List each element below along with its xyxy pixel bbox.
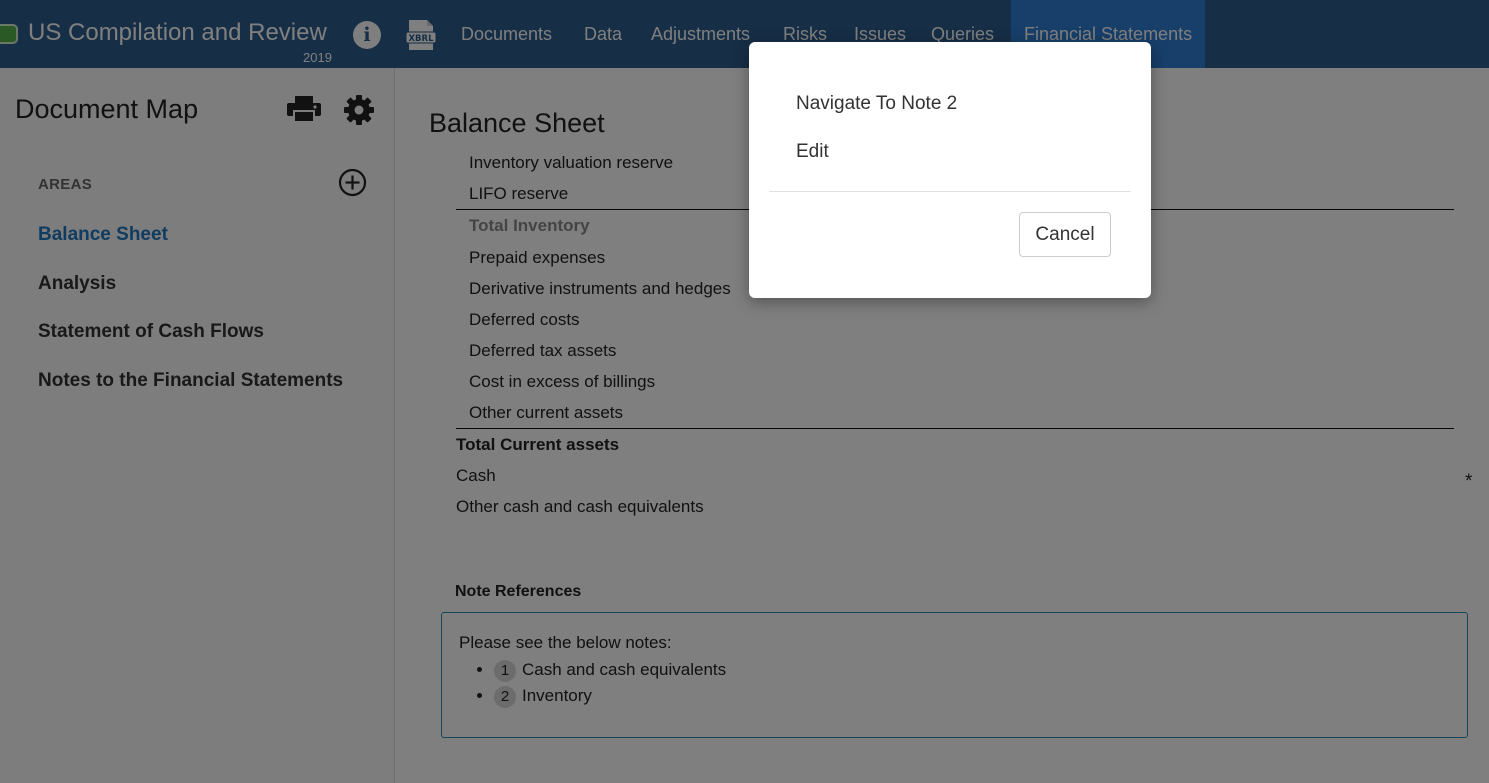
modal-backdrop[interactable] bbox=[0, 0, 1489, 783]
edit-option[interactable]: Edit bbox=[796, 141, 829, 163]
context-menu-dialog: Navigate To Note 2 Edit Cancel bbox=[749, 42, 1151, 298]
navigate-to-note-option[interactable]: Navigate To Note 2 bbox=[796, 93, 957, 115]
dialog-divider bbox=[769, 191, 1131, 192]
cancel-button[interactable]: Cancel bbox=[1019, 212, 1111, 257]
